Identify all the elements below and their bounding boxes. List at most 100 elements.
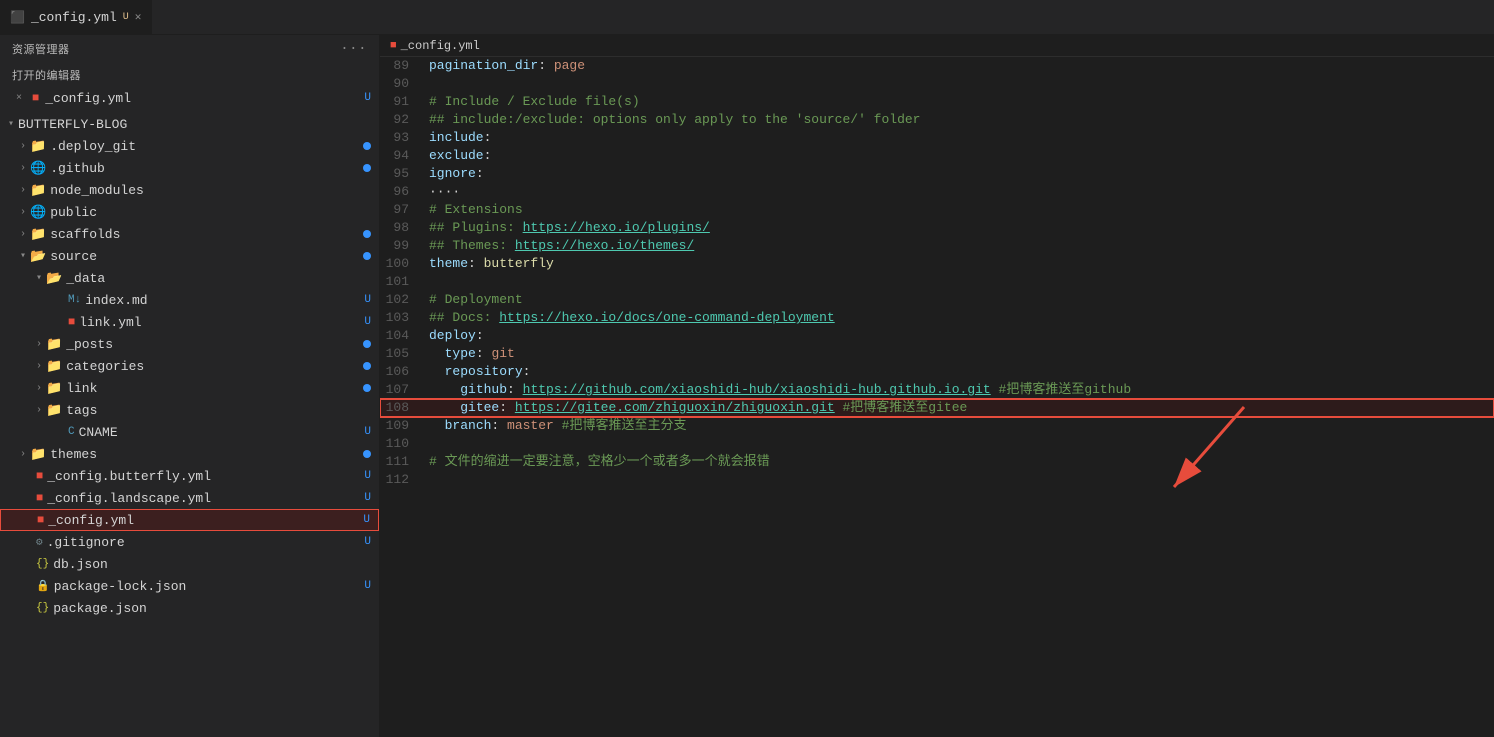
line-number: 110	[380, 435, 425, 453]
tree-item-label: index.md	[85, 293, 147, 308]
code-line-105: 105 type: git	[380, 345, 1494, 363]
open-editor-config-yml[interactable]: × ■ _config.yml U	[0, 87, 379, 109]
line-number: 106	[380, 363, 425, 381]
line-content: ····	[425, 183, 1494, 201]
open-editors-title: 打开的编辑器	[0, 63, 379, 87]
tree-item-themes[interactable]: › 📁 themes	[0, 443, 379, 465]
tab-close-button[interactable]: ✕	[135, 10, 142, 24]
chevron-right-icon: ›	[20, 185, 26, 196]
sidebar-title: 资源管理器	[12, 41, 70, 57]
code-line-111: 111# 文件的缩进一定要注意，空格少一个或者多一个就会报错	[380, 453, 1494, 471]
modified-dot	[363, 450, 371, 458]
file-lock-icon: 🔒	[36, 579, 50, 593]
tree-item-scaffolds[interactable]: › 📁 scaffolds	[0, 223, 379, 245]
tree-item-config-landscape[interactable]: ■ _config.landscape.yml U	[0, 487, 379, 509]
breadcrumb-file-icon: ■	[390, 40, 397, 52]
chevron-right-icon: ›	[20, 207, 26, 218]
tab-bar: ⬛ _config.yml U ✕	[0, 0, 1494, 35]
tree-item-label: scaffolds	[50, 227, 120, 242]
tree-item-deploy-git[interactable]: › 📁 .deploy_git	[0, 135, 379, 157]
folder-open-icon: 📂	[30, 249, 46, 264]
file-json-icon: {}	[36, 558, 49, 570]
code-line-100: 100theme: butterfly	[380, 255, 1494, 273]
tree-item-package-json[interactable]: {} package.json	[0, 597, 379, 619]
breadcrumb: ■ _config.yml	[380, 35, 1494, 57]
line-number: 109	[380, 417, 425, 435]
modified-dot	[363, 362, 371, 370]
chevron-right-icon: ›	[20, 163, 26, 174]
file-yml-icon: ■	[36, 469, 43, 483]
tree-item-label: package.json	[53, 601, 147, 616]
chevron-right-icon: ›	[20, 449, 26, 460]
line-content: # Deployment	[425, 291, 1494, 309]
code-line-96: 96····	[380, 183, 1494, 201]
tree-item-label: source	[50, 249, 97, 264]
folder-icon: 📁	[30, 139, 46, 154]
modified-dot	[363, 252, 371, 260]
tree-item-link-yml[interactable]: ■ link.yml U	[0, 311, 379, 333]
tree-item-cname[interactable]: C CNAME U	[0, 421, 379, 443]
tree-item-label: link.yml	[79, 315, 141, 330]
chevron-down-icon: ▾	[36, 272, 42, 284]
line-number: 104	[380, 327, 425, 345]
sidebar-menu-dots[interactable]: ···	[340, 41, 367, 57]
line-number: 94	[380, 147, 425, 165]
line-content: branch: master #把博客推送至主分支	[425, 417, 1494, 435]
line-content: # Extensions	[425, 201, 1494, 219]
folder-icon: 📁	[30, 183, 46, 198]
tree-item-package-lock[interactable]: 🔒 package-lock.json U	[0, 575, 379, 597]
modified-badge: U	[364, 580, 371, 592]
tree-item-gitignore[interactable]: ⚙ .gitignore U	[0, 531, 379, 553]
line-number: 99	[380, 237, 425, 255]
modified-badge: U	[364, 470, 371, 482]
line-number: 95	[380, 165, 425, 183]
tree-item-config-yml[interactable]: ■ _config.yml U	[0, 509, 379, 531]
tree-item-categories[interactable]: › 📁 categories	[0, 355, 379, 377]
tree-item-tags[interactable]: › 📁 tags	[0, 399, 379, 421]
code-line-99: 99## Themes: https://hexo.io/themes/	[380, 237, 1494, 255]
line-number: 93	[380, 129, 425, 147]
line-number: 96	[380, 183, 425, 201]
code-line-91: 91# Include / Exclude file(s)	[380, 93, 1494, 111]
tree-item-public[interactable]: › 🌐 public	[0, 201, 379, 223]
tree-root[interactable]: ▾ BUTTERFLY-BLOG	[0, 113, 379, 135]
line-number: 98	[380, 219, 425, 237]
line-content: ignore:	[425, 165, 1494, 183]
tree-item-label: themes	[50, 447, 97, 462]
tree-item-db-json[interactable]: {} db.json	[0, 553, 379, 575]
tree-item-github[interactable]: › 🌐 .github	[0, 157, 379, 179]
modified-badge: U	[364, 536, 371, 548]
file-yml-icon: ■	[68, 315, 75, 329]
editor-content[interactable]: 89pagination_dir: page90 91# Include / E…	[380, 57, 1494, 737]
chevron-right-icon: ›	[20, 229, 26, 240]
tree-root-label: BUTTERFLY-BLOG	[18, 117, 127, 132]
line-content: pagination_dir: page	[425, 57, 1494, 75]
close-icon[interactable]: ×	[16, 93, 22, 104]
folder-icon: 📁	[46, 403, 62, 418]
editor-area: ■ _config.yml 89pagination_dir: page90 9…	[380, 35, 1494, 737]
modified-dot	[363, 384, 371, 392]
open-editor-filename: _config.yml	[45, 91, 131, 106]
tree-item-label: tags	[66, 403, 97, 418]
line-number: 89	[380, 57, 425, 75]
tree-item-node-modules[interactable]: › 📁 node_modules	[0, 179, 379, 201]
tree-item-config-butterfly[interactable]: ■ _config.butterfly.yml U	[0, 465, 379, 487]
tree-item-link[interactable]: › 📁 link	[0, 377, 379, 399]
file-yml-icon: ■	[32, 91, 39, 105]
code-line-104: 104deploy:	[380, 327, 1494, 345]
tree-item-data[interactable]: ▾ 📂 _data	[0, 267, 379, 289]
code-line-98: 98## Plugins: https://hexo.io/plugins/	[380, 219, 1494, 237]
tab-config-yml[interactable]: ⬛ _config.yml U ✕	[0, 0, 152, 34]
tree-item-index-md[interactable]: M↓ index.md U	[0, 289, 379, 311]
breadcrumb-label: _config.yml	[401, 39, 480, 53]
tree-item-label: _config.butterfly.yml	[47, 469, 211, 484]
file-cname-icon: C	[68, 426, 75, 438]
tree-item-label: .github	[50, 161, 105, 176]
tree-item-source[interactable]: ▾ 📂 source	[0, 245, 379, 267]
line-content: # Include / Exclude file(s)	[425, 93, 1494, 111]
folder-icon: 📁	[46, 337, 62, 352]
tree-item-label: _data	[66, 271, 105, 286]
chevron-down-icon: ▾	[20, 250, 26, 262]
tab-label: _config.yml	[31, 10, 117, 25]
tree-item-posts[interactable]: › 📁 _posts	[0, 333, 379, 355]
